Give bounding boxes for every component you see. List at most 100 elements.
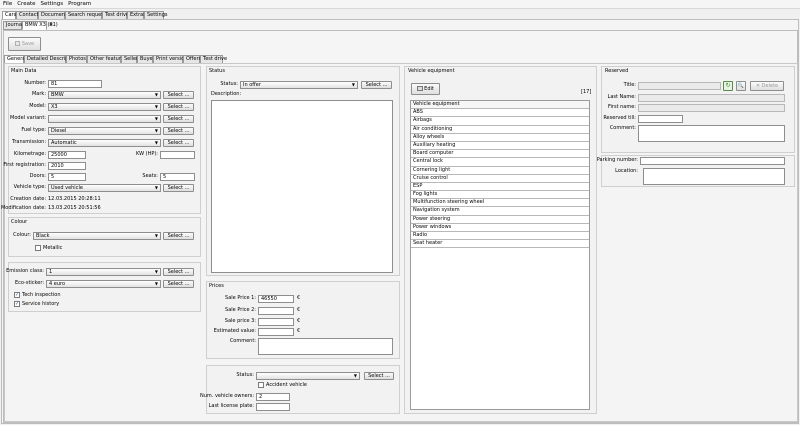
first-registration-field[interactable]: 2010	[48, 162, 86, 170]
status-select-button[interactable]: Select ...	[361, 81, 392, 89]
equipment-item[interactable]: Air conditioning	[411, 125, 589, 134]
equipment-item[interactable]: Seat heater	[411, 240, 589, 249]
reserved-till-label: Reserved till:	[603, 115, 636, 121]
model-select[interactable]: X3 ▼	[48, 103, 161, 111]
reserved-comment-textarea[interactable]	[638, 125, 785, 142]
menu-bar: File Create Settings Program	[0, 0, 800, 9]
license-plate-field[interactable]	[256, 403, 290, 411]
seats-field[interactable]: 5	[160, 173, 195, 181]
status-select[interactable]: In offer ▼	[240, 81, 358, 89]
creation-date-label: Creation date:	[10, 196, 46, 202]
equipment-item[interactable]: Board computer	[411, 150, 589, 159]
reserved-comment-label: Comment:	[609, 125, 636, 131]
vehicle-owners-field[interactable]: 2	[256, 393, 290, 401]
sale-price-1-field[interactable]: 46550	[258, 295, 294, 303]
menu-create[interactable]: Create	[17, 1, 35, 7]
menu-settings[interactable]: Settings	[41, 1, 64, 7]
chevron-down-icon: ▼	[154, 104, 158, 109]
estimated-value-label: Estimated value:	[213, 328, 256, 334]
model-label: Model:	[29, 103, 46, 109]
equipment-item[interactable]: Airbags	[411, 117, 589, 126]
chevron-down-icon: ▼	[353, 373, 357, 378]
accident-vehicle-label: Accident vehicle	[266, 381, 307, 388]
equipment-item[interactable]: Radio	[411, 232, 589, 241]
reserved-title: Reserved	[605, 68, 629, 74]
equipment-list[interactable]: Vehicle equipment ABS Airbags Air conditio…	[410, 100, 590, 410]
number-field[interactable]: 81	[48, 80, 102, 88]
model-variant-select-button[interactable]: Select ...	[163, 115, 194, 123]
condition-status-select[interactable]: ▼	[256, 372, 360, 380]
sale-price-2-field[interactable]	[258, 307, 294, 315]
main-data-title: Main Data	[11, 68, 37, 74]
location-textarea[interactable]	[643, 168, 785, 185]
vehicle-type-select-button[interactable]: Select ...	[163, 184, 194, 192]
vehicle-type-select[interactable]: Used vehicle ▼	[48, 184, 161, 192]
accident-vehicle-checkbox[interactable]	[258, 382, 264, 388]
equipment-item[interactable]: Navigation system	[411, 207, 589, 216]
eco-sticker-select[interactable]: 4 euro ▼	[46, 280, 161, 288]
colour-select-button[interactable]: Select ...	[163, 232, 194, 240]
colour-label: Colour:	[13, 232, 31, 238]
condition-status-select-button[interactable]: Select ...	[364, 372, 394, 380]
mark-select[interactable]: BMW ▼	[48, 91, 161, 99]
price-comment-textarea[interactable]	[258, 338, 393, 355]
menu-program[interactable]: Program	[68, 1, 91, 7]
close-tab-icon[interactable]: ✕	[49, 21, 56, 30]
chevron-down-icon: ▼	[154, 140, 158, 145]
search-icon[interactable]: 🔍	[736, 81, 746, 91]
equipment-item[interactable]: Multifunction steering wheel	[411, 199, 589, 208]
model-select-button[interactable]: Select ...	[163, 103, 194, 111]
sale-price-3-field[interactable]	[258, 318, 294, 326]
vehicle-type-label: Vehicle type:	[13, 184, 46, 190]
metallic-checkbox[interactable]	[35, 245, 41, 251]
model-variant-select[interactable]: ▼	[48, 115, 161, 123]
equipment-item[interactable]: ABS	[411, 109, 589, 118]
tab-vehicle[interactable]: BMW X3 (81)	[22, 21, 58, 30]
equipment-item[interactable]: Auxiliary heating	[411, 141, 589, 151]
estimated-value-field[interactable]	[258, 328, 294, 336]
transmission-select-button[interactable]: Select ...	[163, 139, 194, 147]
reserved-title-field	[638, 82, 721, 90]
equipment-item[interactable]: Fog lights	[411, 191, 589, 200]
emission-class-select[interactable]: 1 ▼	[46, 268, 161, 276]
reserved-till-field[interactable]	[638, 115, 683, 123]
license-plate-label: Last license plate:	[208, 403, 254, 409]
equipment-item[interactable]: Cornering light	[411, 166, 589, 175]
fuel-type-value: Diesel	[51, 128, 67, 134]
menu-file[interactable]: File	[3, 1, 12, 7]
model-value: X3	[51, 104, 58, 110]
equipment-item[interactable]: Cruise control	[411, 174, 589, 183]
status-value: In offer	[243, 82, 261, 88]
chevron-down-icon: ▼	[351, 82, 355, 87]
edit-icon	[417, 86, 424, 91]
eco-sticker-label: Eco-sticker:	[14, 280, 44, 286]
equipment-item[interactable]: Power steering	[411, 215, 589, 224]
fuel-type-select[interactable]: Diesel ▼	[48, 127, 161, 135]
doors-field[interactable]: 5	[48, 173, 86, 181]
edit-equipment-button[interactable]: Edit	[411, 83, 440, 95]
transmission-select[interactable]: Automatic ▼	[48, 139, 161, 147]
tech-inspection-checkbox[interactable]: ✓	[14, 292, 20, 298]
tab-journal[interactable]: Journal	[3, 21, 23, 30]
service-history-checkbox[interactable]: ✓	[14, 301, 20, 307]
currency-label: €	[297, 328, 301, 334]
kw-field[interactable]	[160, 151, 195, 159]
equipment-item[interactable]: Central lock	[411, 158, 589, 167]
chevron-down-icon: ▼	[154, 128, 158, 133]
delete-reservation-button[interactable]: ✕ Delete	[750, 81, 784, 91]
eco-sticker-select-button[interactable]: Select ...	[163, 280, 194, 288]
equipment-item[interactable]: Power windows	[411, 223, 589, 232]
description-textarea[interactable]	[211, 100, 393, 273]
emission-class-select-button[interactable]: Select ...	[163, 268, 194, 276]
equipment-item[interactable]: Alloy wheels	[411, 133, 589, 142]
save-button[interactable]: Save	[8, 37, 41, 51]
mark-select-button[interactable]: Select ...	[163, 91, 194, 99]
kw-label: KW (HP):	[136, 151, 158, 157]
add-reservation-icon[interactable]: ↻	[723, 81, 733, 91]
colour-select[interactable]: Black ▼	[33, 232, 161, 240]
chevron-down-icon: ▼	[154, 281, 158, 286]
kilometrage-field[interactable]: 25000	[48, 151, 86, 159]
parking-number-field[interactable]	[640, 157, 785, 165]
equipment-item[interactable]: ESP	[411, 182, 589, 192]
fuel-type-select-button[interactable]: Select ...	[163, 127, 194, 135]
